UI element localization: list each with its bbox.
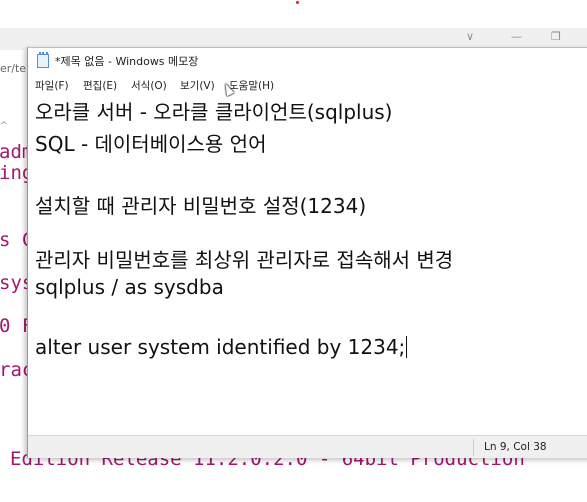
menu-help[interactable]: 도움말(H): [229, 78, 274, 93]
menu-file[interactable]: 파일(F): [35, 78, 69, 93]
text-line: sqlplus / as sysdba: [35, 275, 224, 299]
notepad-titlebar[interactable]: *제목 없음 - Windows 메모장: [28, 48, 587, 75]
notepad-menubar: 파일(F) 편집(E) 서식(O) 보기(V) 도움말(H): [28, 75, 587, 95]
notepad-text-area[interactable]: 오라클 서버 - 오라클 클라이언트(sqlplus) SQL - 데이터베이스…: [28, 95, 587, 432]
status-separator: [473, 439, 474, 456]
background-terminal-panel: [0, 50, 28, 458]
menu-format[interactable]: 서식(O): [131, 78, 167, 93]
red-dot-indicator: [296, 1, 299, 4]
maximize-icon[interactable]: ❐: [551, 30, 561, 43]
menu-view[interactable]: 보기(V): [180, 78, 215, 93]
text-caret: [406, 336, 408, 358]
notepad-icon: [37, 52, 49, 68]
notepad-title: *제목 없음 - Windows 메모장: [55, 55, 199, 68]
text-line-with-caret: alter user system identified by 1234;: [35, 335, 408, 359]
background-path-fragment: er/te: [0, 62, 27, 75]
text-line: 오라클 서버 - 오라클 클라이언트(sqlplus): [35, 100, 393, 124]
menu-edit[interactable]: 편집(E): [83, 78, 117, 93]
text-line: SQL - 데이터베이스용 언어: [35, 132, 267, 156]
cursor-position-status: Ln 9, Col 38: [484, 441, 547, 453]
text-line: 설치할 때 관리자 비밀번호 설정(1234): [35, 194, 367, 218]
text-line: alter user system identified by 1234;: [35, 335, 406, 359]
desktop-top-area: [0, 0, 587, 28]
background-caret-icon: ^: [0, 121, 8, 131]
text-line: 관리자 비밀번호를 최상위 관리자로 접속해서 변경: [35, 248, 454, 272]
notepad-window[interactable]: *제목 없음 - Windows 메모장 파일(F) 편집(E) 서식(O) 보…: [27, 47, 587, 458]
minimize-icon[interactable]: —: [511, 30, 522, 43]
notepad-statusbar: Ln 9, Col 38: [28, 435, 587, 458]
chevron-down-icon[interactable]: ∨: [466, 30, 474, 43]
